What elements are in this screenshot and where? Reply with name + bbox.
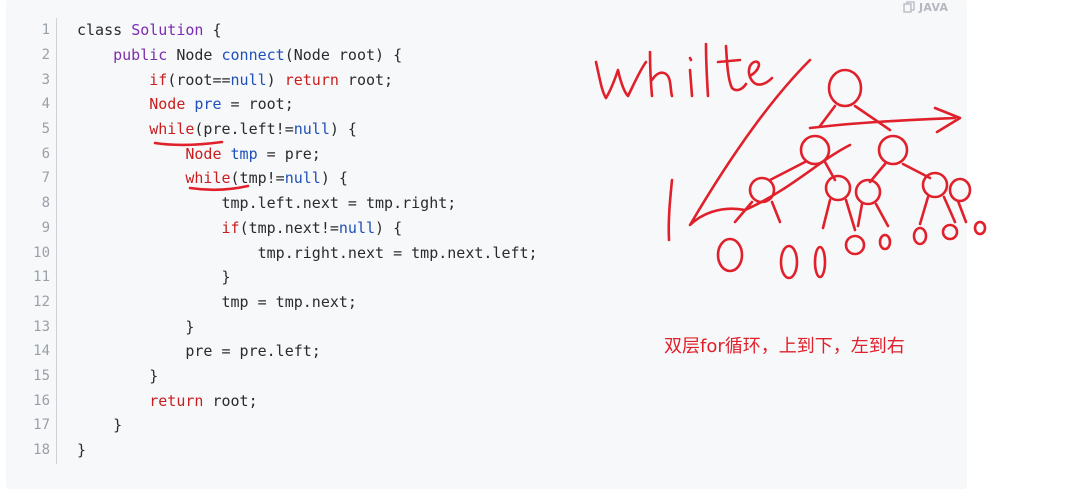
arrow-line <box>808 106 962 134</box>
tree-node-root <box>827 68 863 108</box>
left-bracket <box>667 178 674 242</box>
handwritten-ink-layer <box>153 42 987 280</box>
underline-while-inner <box>188 184 250 192</box>
tree-node-l1-left <box>799 134 831 166</box>
tree-node-l1-right <box>877 134 909 166</box>
handwritten-while <box>594 42 774 100</box>
underline-while-outer <box>153 140 224 147</box>
